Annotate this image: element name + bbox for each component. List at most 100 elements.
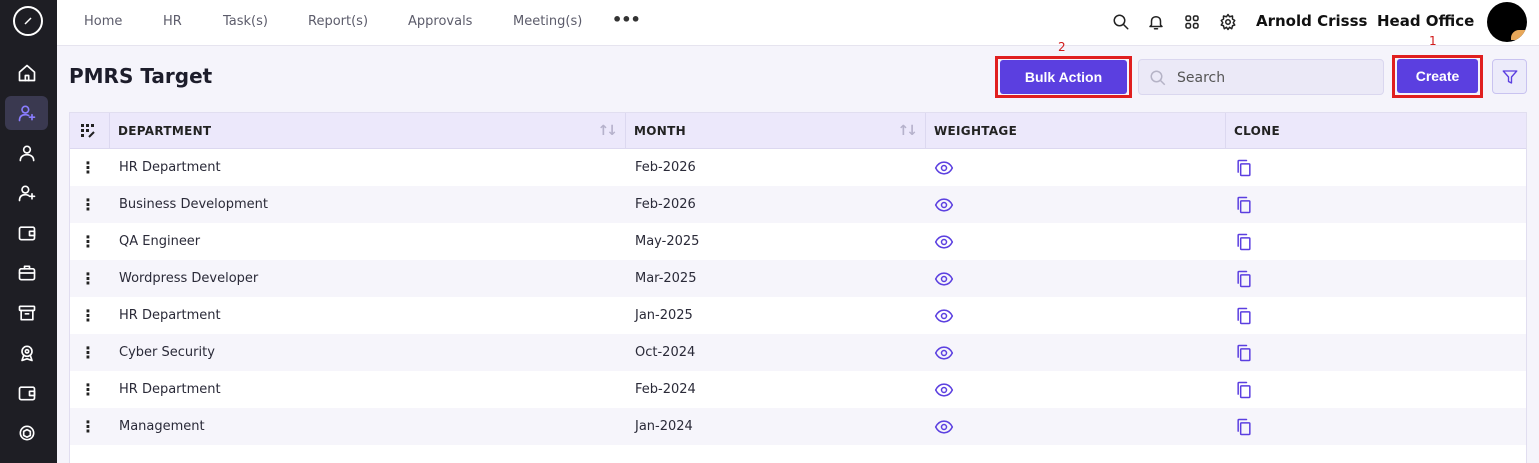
targets-table: DEPARTMENT ↑↓ MONTH ↑↓ WEIGHTAGE CLONE ⋮… bbox=[69, 112, 1527, 463]
user-name[interactable]: Arnold Crisss bbox=[1256, 12, 1367, 30]
nav-meetings[interactable]: Meeting(s) bbox=[513, 14, 582, 29]
gear-icon[interactable] bbox=[1218, 12, 1238, 32]
eye-icon[interactable] bbox=[934, 149, 954, 186]
search-field-icon bbox=[1150, 70, 1166, 86]
department-cell: QA Engineer bbox=[119, 234, 201, 249]
bulk-action-button[interactable]: Bulk Action bbox=[1000, 60, 1127, 94]
column-label: CLONE bbox=[1234, 124, 1280, 138]
column-label: MONTH bbox=[634, 124, 686, 138]
department-cell: HR Department bbox=[119, 160, 221, 175]
copy-icon[interactable] bbox=[1234, 371, 1254, 408]
eye-icon[interactable] bbox=[934, 334, 954, 371]
filter-button[interactable] bbox=[1492, 59, 1527, 94]
row-menu-icon[interactable]: ⋮ bbox=[80, 186, 96, 223]
page-title: PMRS Target bbox=[69, 64, 213, 88]
month-cell: Mar-2025 bbox=[635, 271, 697, 286]
department-cell: Wordpress Developer bbox=[119, 271, 259, 286]
copy-icon[interactable] bbox=[1234, 223, 1254, 260]
month-cell: Feb-2024 bbox=[635, 382, 696, 397]
sidebar-item-jobs[interactable] bbox=[5, 256, 48, 290]
sidebar-item-profile[interactable] bbox=[5, 136, 48, 170]
department-cell: HR Department bbox=[119, 308, 221, 323]
table-row: ⋮ Business Development Feb-2026 bbox=[70, 186, 1526, 223]
copy-icon[interactable] bbox=[1234, 334, 1254, 371]
sidebar-item-targets[interactable] bbox=[5, 96, 48, 130]
column-label: DEPARTMENT bbox=[118, 124, 212, 138]
nav-home[interactable]: Home bbox=[84, 14, 122, 29]
nav-approvals[interactable]: Approvals bbox=[408, 14, 472, 29]
row-menu-icon[interactable]: ⋮ bbox=[80, 334, 96, 371]
nav-hr[interactable]: HR bbox=[163, 14, 182, 29]
eye-icon[interactable] bbox=[934, 371, 954, 408]
department-cell: Business Development bbox=[119, 197, 268, 212]
column-label: WEIGHTAGE bbox=[934, 124, 1018, 138]
table-row: ⋮ HR Department Feb-2024 bbox=[70, 371, 1526, 408]
month-cell: Feb-2026 bbox=[635, 197, 696, 212]
row-menu-icon[interactable]: ⋮ bbox=[80, 223, 96, 260]
row-menu-icon[interactable]: ⋮ bbox=[80, 297, 96, 334]
column-header-weightage: WEIGHTAGE bbox=[926, 113, 1226, 149]
eye-icon[interactable] bbox=[934, 223, 954, 260]
bell-icon[interactable] bbox=[1146, 12, 1166, 32]
copy-icon[interactable] bbox=[1234, 186, 1254, 223]
nav-tasks[interactable]: Task(s) bbox=[223, 14, 268, 29]
month-cell: Oct-2024 bbox=[635, 345, 696, 360]
eye-icon[interactable] bbox=[934, 186, 954, 223]
sort-icon[interactable]: ↑↓ bbox=[890, 123, 919, 139]
table-row: ⋮ Cyber Security Oct-2024 bbox=[70, 334, 1526, 371]
month-cell: Feb-2026 bbox=[635, 160, 696, 175]
user-icon bbox=[19, 145, 35, 162]
copy-icon[interactable] bbox=[1234, 408, 1254, 445]
row-menu-icon[interactable]: ⋮ bbox=[80, 408, 96, 445]
compass-logo-icon[interactable] bbox=[13, 6, 43, 36]
row-menu-icon[interactable]: ⋮ bbox=[80, 260, 96, 297]
sidebar-item-add-user[interactable] bbox=[5, 176, 48, 210]
column-header-month[interactable]: MONTH ↑↓ bbox=[626, 113, 926, 149]
sidebar-item-wallet[interactable] bbox=[5, 216, 48, 250]
sidebar-item-home[interactable] bbox=[5, 56, 48, 90]
wallet-alt-icon bbox=[18, 386, 35, 401]
box-icon bbox=[19, 425, 34, 441]
column-header-department[interactable]: DEPARTMENT ↑↓ bbox=[110, 113, 626, 149]
annotation-marker-1: 1 bbox=[1429, 34, 1437, 48]
user-plus-icon bbox=[18, 105, 35, 122]
copy-icon[interactable] bbox=[1234, 260, 1254, 297]
department-cell: Cyber Security bbox=[119, 345, 215, 360]
eye-icon[interactable] bbox=[934, 260, 954, 297]
create-button[interactable]: Create bbox=[1397, 59, 1478, 93]
sidebar-item-assets[interactable] bbox=[5, 416, 48, 450]
department-cell: HR Department bbox=[119, 382, 221, 397]
search-icon[interactable] bbox=[1111, 12, 1131, 32]
table-row: ⋮ Wordpress Developer Mar-2025 bbox=[70, 260, 1526, 297]
column-header-clone: CLONE bbox=[1226, 113, 1526, 149]
copy-icon[interactable] bbox=[1234, 297, 1254, 334]
sidebar-item-payroll[interactable] bbox=[5, 376, 48, 410]
sidebar bbox=[0, 0, 57, 463]
top-navbar: Home HR Task(s) Report(s) Approvals Meet… bbox=[57, 0, 1539, 46]
nav-more-icon[interactable]: ••• bbox=[612, 10, 641, 29]
sort-icon[interactable]: ↑↓ bbox=[590, 123, 619, 139]
row-menu-icon[interactable]: ⋮ bbox=[80, 149, 96, 186]
search-input[interactable] bbox=[1177, 67, 1377, 89]
home-icon bbox=[18, 64, 35, 82]
annotation-marker-2: 2 bbox=[1058, 40, 1066, 54]
archive-icon bbox=[18, 305, 35, 321]
avatar[interactable] bbox=[1487, 2, 1527, 42]
sidebar-item-archive[interactable] bbox=[5, 296, 48, 330]
eye-icon[interactable] bbox=[934, 408, 954, 445]
search-field[interactable] bbox=[1138, 59, 1384, 95]
sidebar-item-awards[interactable] bbox=[5, 336, 48, 370]
filter-icon bbox=[1502, 69, 1517, 84]
row-menu-icon[interactable]: ⋮ bbox=[80, 371, 96, 408]
branch-name[interactable]: Head Office bbox=[1377, 12, 1474, 30]
copy-icon[interactable] bbox=[1234, 149, 1254, 186]
column-settings[interactable] bbox=[70, 113, 110, 149]
briefcase-icon bbox=[18, 265, 35, 281]
table-row: ⋮ QA Engineer May-2025 bbox=[70, 223, 1526, 260]
month-cell: Jan-2024 bbox=[635, 419, 693, 434]
eye-icon[interactable] bbox=[934, 297, 954, 334]
nav-reports[interactable]: Report(s) bbox=[308, 14, 368, 29]
table-row: ⋮ HR Department Jan-2025 bbox=[70, 297, 1526, 334]
apps-grid-icon[interactable] bbox=[1182, 12, 1202, 32]
column-settings-icon bbox=[81, 124, 95, 138]
